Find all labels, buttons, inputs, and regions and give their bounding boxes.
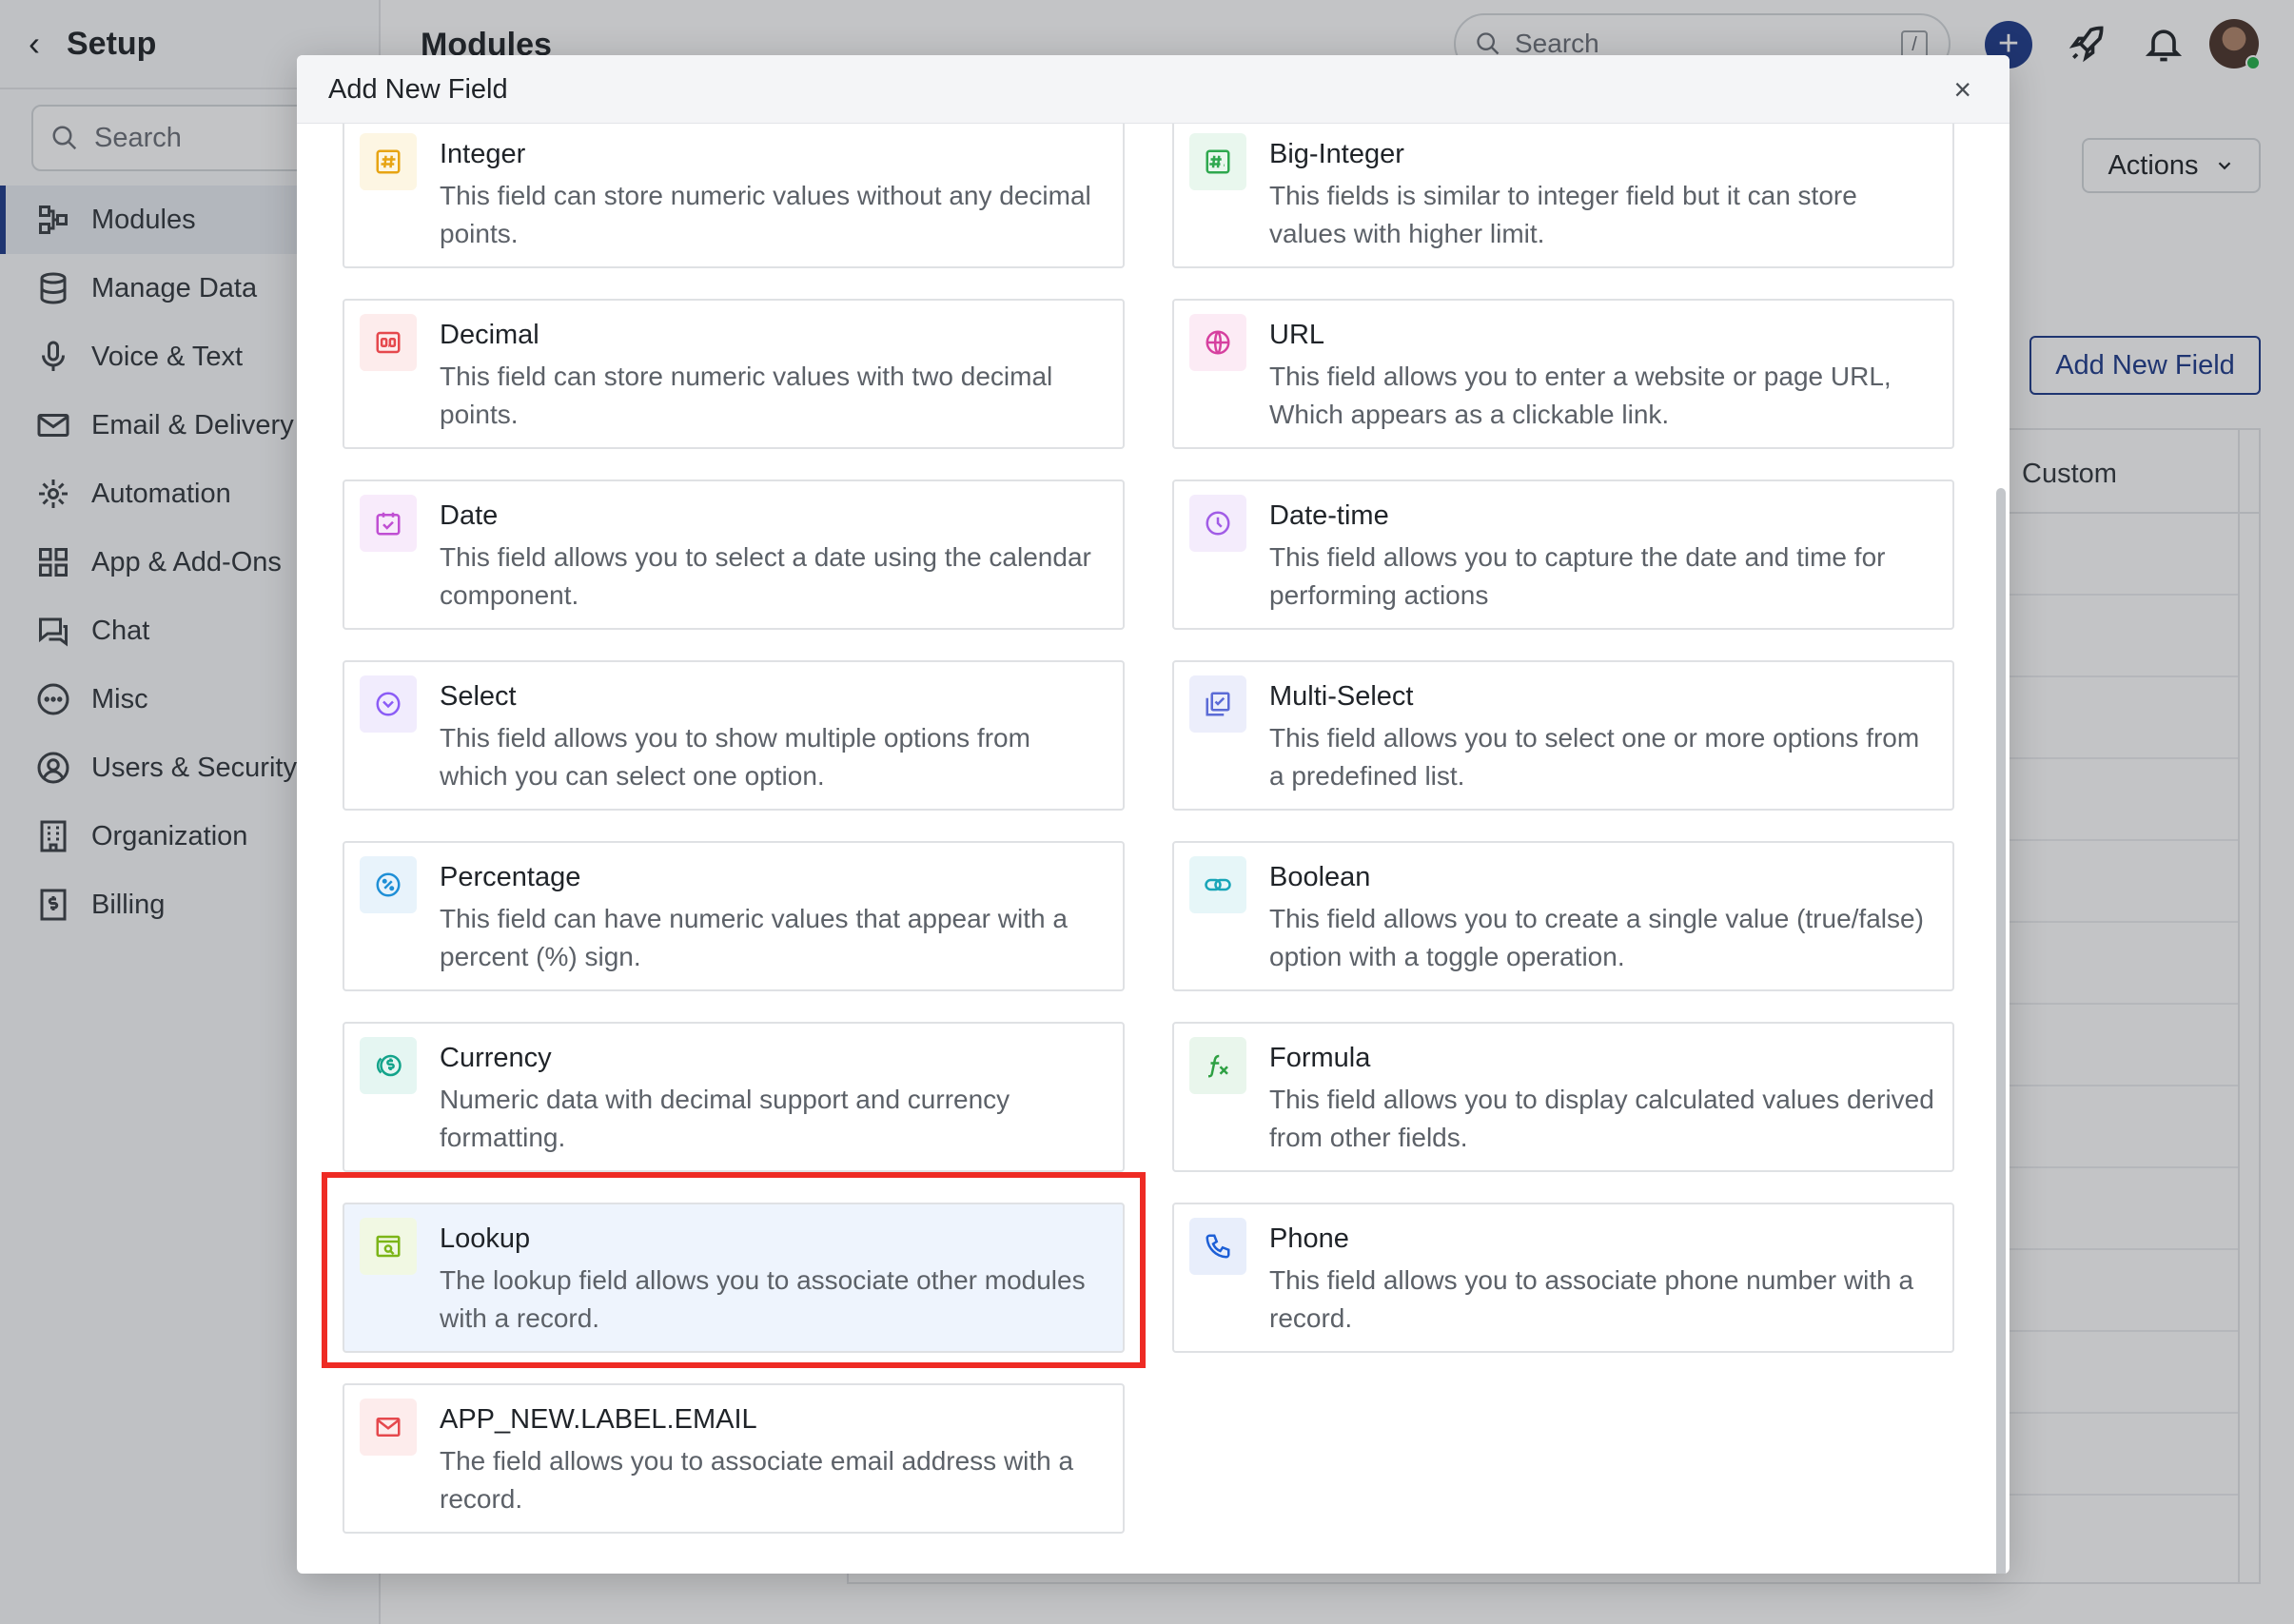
field-card-title: Percentage [440, 862, 581, 892]
field-card-title: Multi-Select [1269, 681, 1414, 712]
field-card-title: Integer [440, 139, 526, 169]
field-card-description: This field can have numeric values that … [440, 904, 1068, 971]
field-card-title: Formula [1269, 1043, 1371, 1073]
field-card-url[interactable]: URL This field allows you to enter a webs… [1172, 299, 1954, 449]
field-card-title: Boolean [1269, 862, 1371, 892]
field-card-description: This field allows you to display calcula… [1269, 1085, 1934, 1152]
field-card-title: Currency [440, 1043, 552, 1073]
mail-icon [360, 1399, 417, 1456]
field-card-select[interactable]: Select This field allows you to show mult… [343, 660, 1125, 811]
decimal-icon [360, 314, 417, 371]
modal-header: Add New Field × [297, 55, 2010, 124]
field-card-description: This field allows you to show multiple o… [440, 723, 1030, 791]
field-card-big-integer[interactable]: Big-Integer This fields is similar to int… [1172, 124, 1954, 268]
field-card-description: This field can store numeric values with… [440, 362, 1053, 429]
field-card-decimal[interactable]: Decimal This field can store numeric valu… [343, 299, 1125, 449]
field-card-date-time[interactable]: Date-time This field allows you to captur… [1172, 479, 1954, 630]
field-card-description: This field allows you to create a single… [1269, 904, 1924, 971]
field-card-title: Select [440, 681, 517, 712]
field-card-percentage[interactable]: Percentage This field can have numeric va… [343, 841, 1125, 991]
field-card-description: The field allows you to associate email … [440, 1446, 1074, 1514]
field-card-title: Big-Integer [1269, 139, 1404, 169]
field-card-date[interactable]: Date This field allows you to select a da… [343, 479, 1125, 630]
calendar-icon [360, 495, 417, 552]
field-card-app-new-label-email[interactable]: APP_NEW.LABEL.EMAIL The field allows you … [343, 1383, 1125, 1534]
field-card-description: This field allows you to select one or m… [1269, 723, 1920, 791]
big-hash-icon [1189, 133, 1246, 190]
field-card-title: Phone [1269, 1223, 1349, 1254]
field-card-title: Date [440, 500, 499, 531]
field-card-description: This field allows you to enter a website… [1269, 362, 1892, 429]
modal-scrollbar[interactable] [1996, 488, 2006, 1574]
field-card-title: URL [1269, 320, 1325, 350]
field-card-title: Date-time [1269, 500, 1389, 531]
field-card-description: Numeric data with decimal support and cu… [440, 1085, 1010, 1152]
field-card-description: This fields is similar to integer field … [1269, 181, 1857, 248]
field-card-title: APP_NEW.LABEL.EMAIL [440, 1404, 757, 1435]
globe-icon [1189, 314, 1246, 371]
field-card-phone[interactable]: Phone This field allows you to associate … [1172, 1203, 1954, 1353]
field-card-title: Decimal [440, 320, 539, 350]
clock-icon [1189, 495, 1246, 552]
hash-icon [360, 133, 417, 190]
function-icon [1189, 1037, 1246, 1094]
field-card-formula[interactable]: Formula This field allows you to display … [1172, 1022, 1954, 1172]
multi-check-icon [1189, 675, 1246, 733]
chevron-circle-icon [360, 675, 417, 733]
coins-icon [360, 1037, 417, 1094]
lookup-highlight-box [322, 1172, 1146, 1368]
field-card-boolean[interactable]: Boolean This field allows you to create a… [1172, 841, 1954, 991]
percent-icon [360, 856, 417, 913]
modal-title: Add New Field [328, 74, 508, 105]
toggle-icon [1189, 856, 1246, 913]
field-card-multi-select[interactable]: Multi-Select This field allows you to sel… [1172, 660, 1954, 811]
field-card-description: This field allows you to associate phone… [1269, 1265, 1914, 1333]
field-card-integer[interactable]: Integer This field can store numeric valu… [343, 124, 1125, 268]
field-card-description: This field allows you to capture the dat… [1269, 542, 1886, 610]
field-card-description: This field can store numeric values with… [440, 181, 1091, 248]
field-card-currency[interactable]: Currency Numeric data with decimal suppor… [343, 1022, 1125, 1172]
phone-icon [1189, 1218, 1246, 1275]
field-card-description: This field allows you to select a date u… [440, 542, 1091, 610]
close-icon[interactable]: × [1953, 72, 1971, 108]
